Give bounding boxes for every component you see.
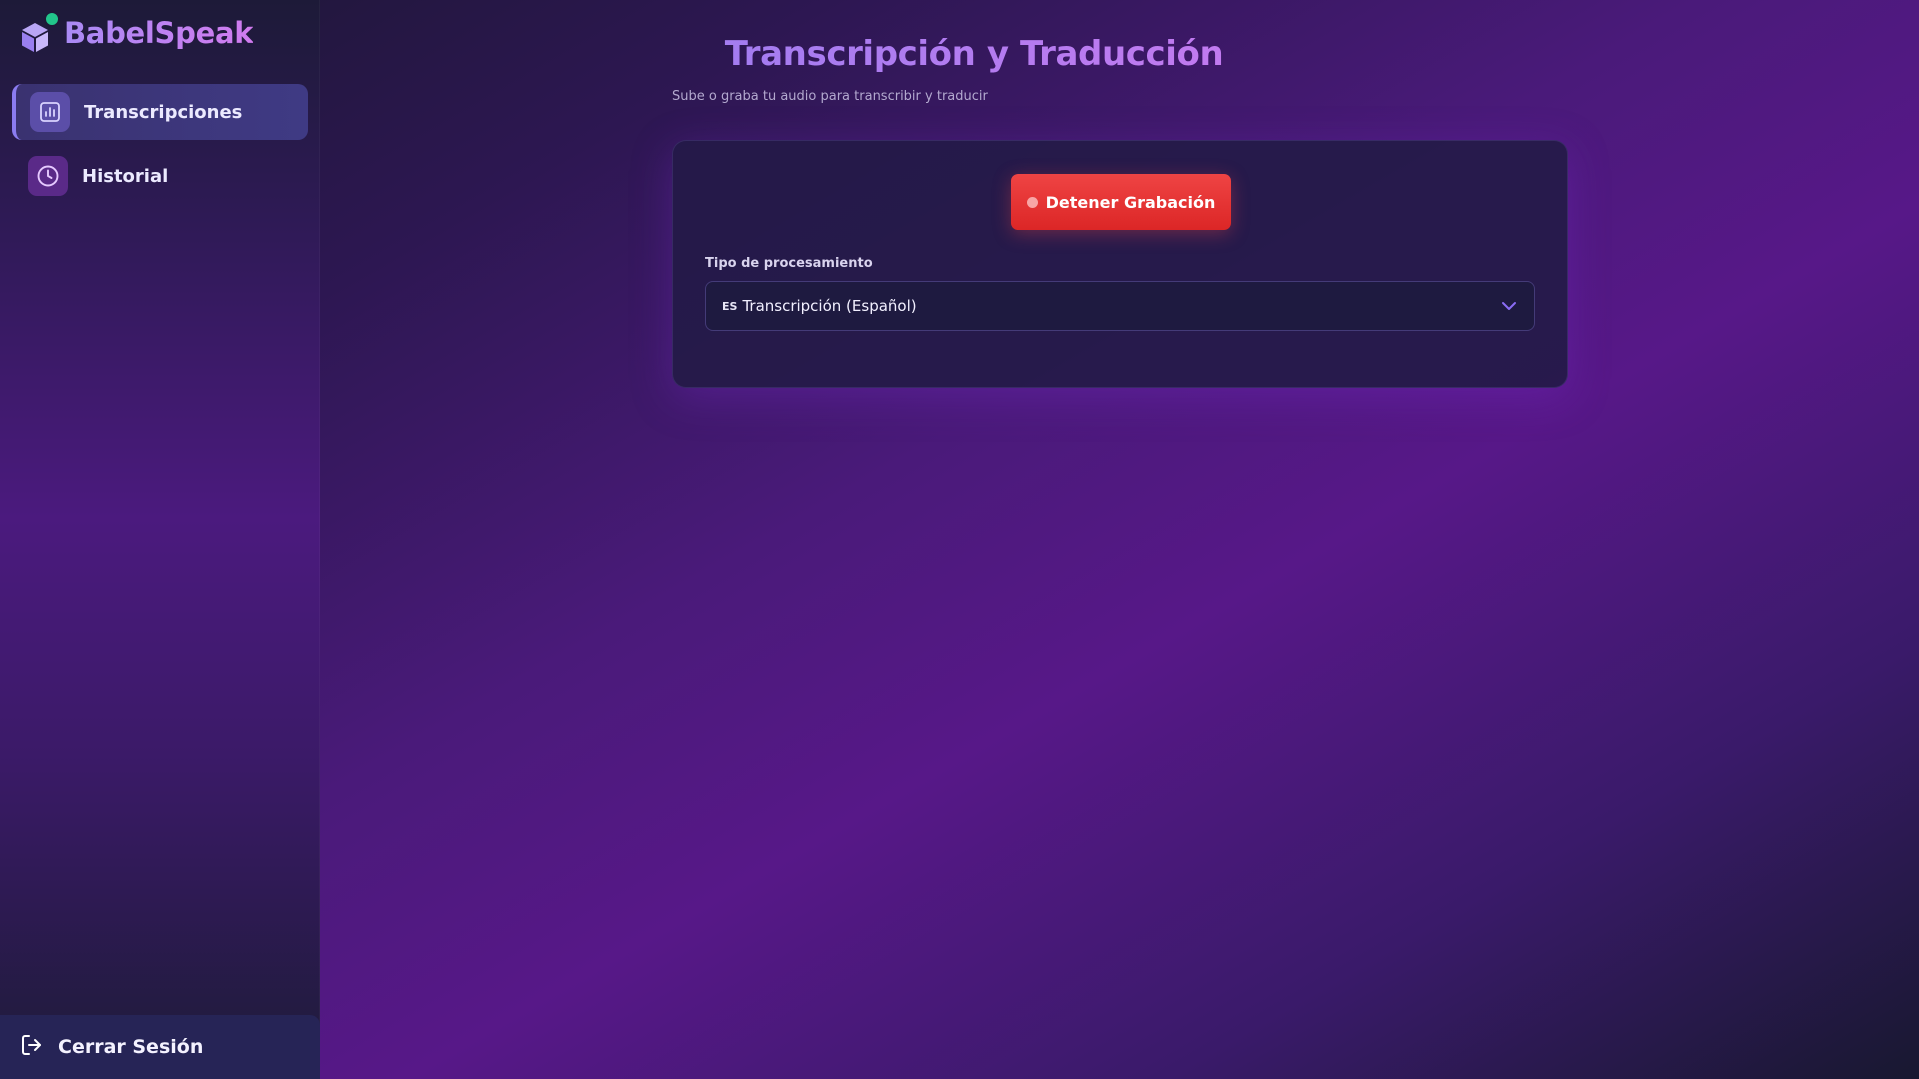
spanish-flag-icon: ES — [722, 299, 738, 313]
chart-icon — [30, 92, 70, 132]
sidebar: BabelSpeak Transcripciones Historial Cer… — [0, 0, 320, 1079]
sidebar-item-label: Historial — [82, 165, 169, 187]
recording-dot-icon — [1026, 196, 1038, 208]
page-title: Transcripción y Traducción — [650, 34, 1298, 74]
brand[interactable]: BabelSpeak — [20, 10, 254, 56]
page-subtitle: Sube o graba tu audio para transcribir y… — [672, 89, 988, 104]
sidebar-item-historial[interactable]: Historial — [12, 148, 308, 204]
sidebar-item-label: Transcripciones — [84, 101, 243, 123]
processing-type-value: Transcripción (Español) — [742, 297, 917, 315]
logout-label: Cerrar Sesión — [58, 1036, 204, 1058]
chevron-down-icon — [1500, 297, 1518, 319]
cube-logo-icon — [20, 11, 60, 53]
stop-recording-button[interactable]: Detener Grabación — [1011, 174, 1231, 230]
stop-recording-label: Detener Grabación — [1045, 192, 1216, 212]
sidebar-item-transcripciones[interactable]: Transcripciones — [12, 84, 308, 140]
processing-type-select[interactable]: ES Transcripción (Español) — [705, 281, 1535, 331]
processing-type-label: Tipo de procesamiento — [705, 256, 873, 271]
logout-icon — [20, 1033, 44, 1061]
online-status-dot — [44, 11, 60, 27]
clock-icon — [28, 156, 68, 196]
recording-card: Detener Grabación Tipo de procesamiento … — [672, 140, 1568, 388]
logout-button[interactable]: Cerrar Sesión — [0, 1015, 320, 1079]
app-name: BabelSpeak — [64, 16, 254, 50]
